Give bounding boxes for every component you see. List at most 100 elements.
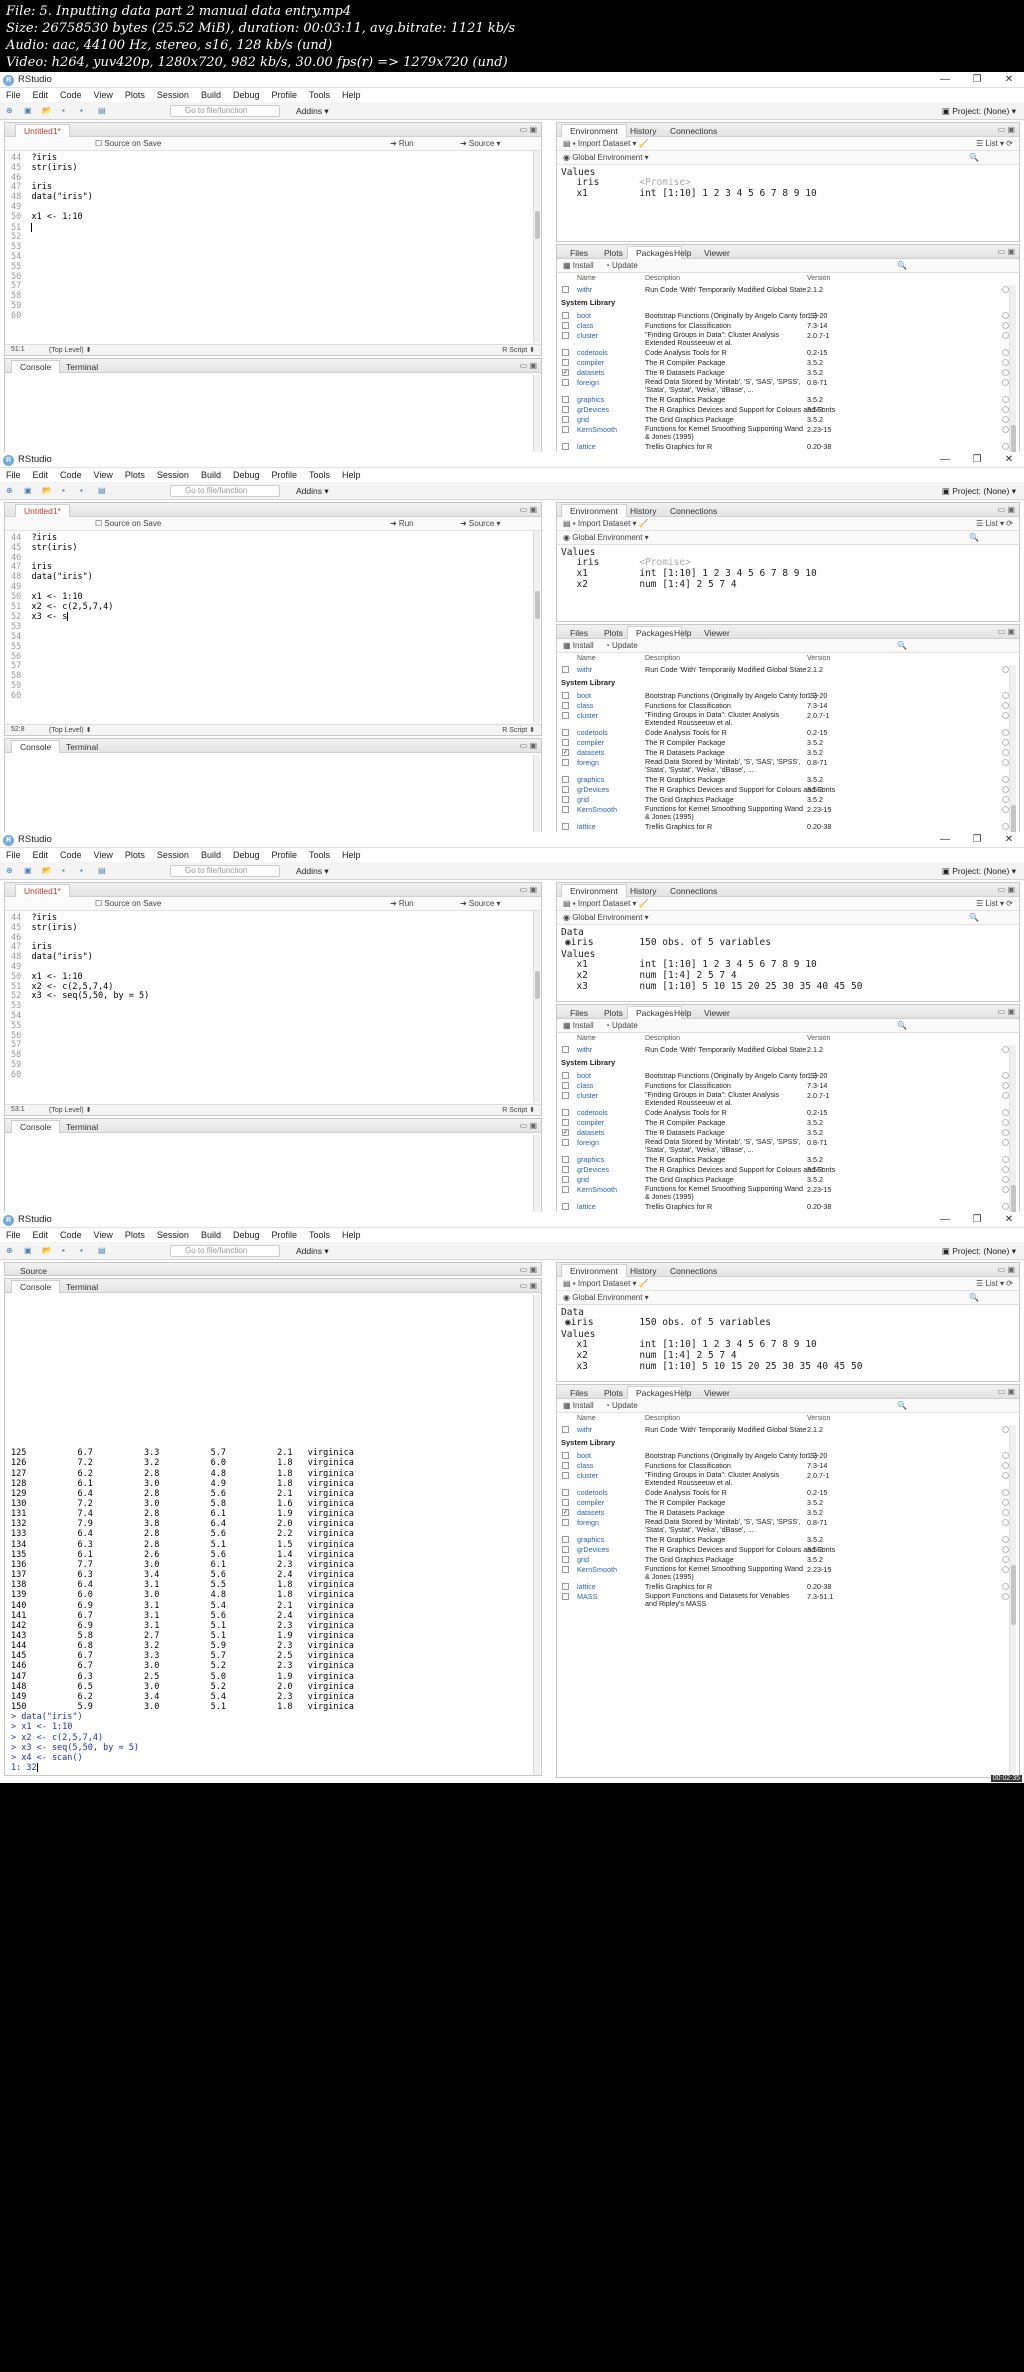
pane-window-controls-icon[interactable]: ▭ ▣ bbox=[520, 885, 537, 894]
open-file-icon[interactable]: 📂 bbox=[42, 1245, 52, 1257]
files-tab-files[interactable]: Files bbox=[561, 246, 597, 259]
menu-item-tools[interactable]: Tools bbox=[303, 88, 336, 102]
package-checkbox[interactable] bbox=[562, 739, 569, 746]
env-tab-history[interactable]: History bbox=[621, 504, 665, 517]
env-tab-history[interactable]: History bbox=[621, 124, 665, 137]
pane-window-controls-icon[interactable]: ▭ ▣ bbox=[998, 247, 1015, 256]
package-name[interactable]: compiler bbox=[577, 738, 604, 747]
menu-item-code[interactable]: Code bbox=[54, 1228, 88, 1242]
package-name[interactable]: datasets bbox=[577, 748, 604, 757]
package-row[interactable]: boot Bootstrap Functions (Originally by A… bbox=[557, 311, 1019, 321]
package-checkbox[interactable]: ✓ bbox=[562, 749, 569, 756]
package-checkbox[interactable] bbox=[562, 1519, 569, 1526]
print-icon[interactable]: ▤ bbox=[98, 105, 106, 117]
minimize-icon[interactable]: — bbox=[930, 452, 960, 468]
menu-item-tools[interactable]: Tools bbox=[303, 848, 336, 862]
list-view-menu[interactable]: ☰ List ▾ ⟳ bbox=[976, 1278, 1013, 1290]
pane-window-controls-icon[interactable]: ▭ ▣ bbox=[998, 1387, 1015, 1396]
remove-package-icon[interactable] bbox=[1002, 1499, 1009, 1506]
package-name[interactable]: withr bbox=[577, 1425, 592, 1434]
package-row[interactable]: ✓ datasets The R Datasets Package 3.5.2 bbox=[557, 1128, 1019, 1138]
remove-package-icon[interactable] bbox=[1002, 1186, 1009, 1193]
remove-package-icon[interactable] bbox=[1002, 1509, 1009, 1516]
package-name[interactable]: class bbox=[577, 1081, 593, 1090]
remove-package-icon[interactable] bbox=[1002, 396, 1009, 403]
menu-item-help[interactable]: Help bbox=[336, 848, 367, 862]
package-checkbox[interactable] bbox=[562, 416, 569, 423]
files-tab-viewer[interactable]: Viewer bbox=[695, 626, 739, 639]
package-checkbox[interactable] bbox=[562, 1119, 569, 1126]
pane-window-controls-icon[interactable]: ▭ ▣ bbox=[998, 505, 1015, 514]
package-checkbox[interactable] bbox=[562, 1166, 569, 1173]
package-row[interactable]: lattice Trellis Graphics for R 0.20-38 bbox=[557, 1582, 1019, 1592]
package-checkbox[interactable] bbox=[562, 702, 569, 709]
minimize-icon[interactable]: — bbox=[930, 72, 960, 88]
package-row[interactable]: cluster "Finding Groups in Data": Cluster… bbox=[557, 711, 1019, 729]
package-checkbox[interactable] bbox=[562, 443, 569, 450]
maximize-icon[interactable]: ❐ bbox=[962, 72, 992, 88]
package-row[interactable]: codetools Code Analysis Tools for R 0.2-15 bbox=[557, 348, 1019, 358]
package-name[interactable]: graphics bbox=[577, 395, 604, 404]
remove-package-icon[interactable] bbox=[1002, 1546, 1009, 1553]
remove-package-icon[interactable] bbox=[1002, 786, 1009, 793]
package-name[interactable]: foreign bbox=[577, 378, 599, 387]
remove-package-icon[interactable] bbox=[1002, 443, 1009, 450]
pane-window-controls-icon[interactable]: ▭ ▣ bbox=[520, 1281, 537, 1290]
remove-package-icon[interactable] bbox=[1002, 1166, 1009, 1173]
package-row[interactable]: class Functions for Classification 7.3-14 bbox=[557, 1461, 1019, 1471]
open-project-icon[interactable]: ▣ bbox=[24, 105, 32, 117]
package-row[interactable]: grDevices The R Graphics Devices and Supp… bbox=[557, 1165, 1019, 1175]
package-row[interactable]: lattice Trellis Graphics for R 0.20-38 bbox=[557, 822, 1019, 832]
env-search-icon[interactable]: 🔍 bbox=[969, 532, 979, 544]
package-row[interactable]: cluster "Finding Groups in Data": Cluster… bbox=[557, 331, 1019, 349]
run-button[interactable]: ➜ Run bbox=[390, 518, 414, 530]
remove-package-icon[interactable] bbox=[1002, 359, 1009, 366]
package-row[interactable]: cluster "Finding Groups in Data": Cluster… bbox=[557, 1471, 1019, 1489]
close-icon[interactable]: ✕ bbox=[994, 832, 1024, 848]
package-name[interactable]: cluster bbox=[577, 1471, 598, 1480]
remove-package-icon[interactable] bbox=[1002, 692, 1009, 699]
env-value-row[interactable]: iris <Promise> bbox=[565, 178, 690, 188]
package-name[interactable]: codetools bbox=[577, 1108, 608, 1117]
package-checkbox[interactable] bbox=[562, 823, 569, 830]
package-checkbox[interactable] bbox=[562, 776, 569, 783]
menu-item-view[interactable]: View bbox=[88, 848, 119, 862]
remove-package-icon[interactable] bbox=[1002, 823, 1009, 830]
package-row[interactable]: cluster "Finding Groups in Data": Cluster… bbox=[557, 1091, 1019, 1109]
new-file-icon[interactable]: ⊕ bbox=[6, 485, 13, 497]
files-tab-viewer[interactable]: Viewer bbox=[695, 1386, 739, 1399]
source-button[interactable]: ➜ Source ▾ bbox=[460, 518, 501, 530]
package-checkbox[interactable] bbox=[562, 1082, 569, 1089]
remove-package-icon[interactable] bbox=[1002, 312, 1009, 319]
remove-package-icon[interactable] bbox=[1002, 759, 1009, 766]
remove-package-icon[interactable] bbox=[1002, 1046, 1009, 1053]
addins-menu[interactable]: Addins ▾ bbox=[296, 1245, 329, 1257]
remove-package-icon[interactable] bbox=[1002, 1536, 1009, 1543]
package-row[interactable]: lattice Trellis Graphics for R 0.20-38 bbox=[557, 1202, 1019, 1212]
package-checkbox[interactable] bbox=[562, 406, 569, 413]
package-name[interactable]: boot bbox=[577, 1071, 591, 1080]
menu-item-file[interactable]: File bbox=[0, 88, 27, 102]
list-view-menu[interactable]: ☰ List ▾ ⟳ bbox=[976, 898, 1013, 910]
goto-file-input[interactable]: Go to file/function bbox=[170, 1245, 280, 1257]
pane-window-controls-icon[interactable]: ▭ ▣ bbox=[520, 361, 537, 370]
menu-item-tools[interactable]: Tools bbox=[303, 1228, 336, 1242]
package-row[interactable]: withr Run Code 'With' Temporarily Modifie… bbox=[557, 1425, 1019, 1435]
package-row[interactable]: ✓ datasets The R Datasets Package 3.5.2 bbox=[557, 748, 1019, 758]
import-dataset-button[interactable]: ▤ ▪ Import Dataset ▾ 🧹 bbox=[563, 898, 649, 910]
package-name[interactable]: class bbox=[577, 701, 593, 710]
package-name[interactable]: datasets bbox=[577, 1128, 604, 1137]
menu-item-session[interactable]: Session bbox=[151, 468, 195, 482]
env-value-row[interactable]: x1 int [1:10] 1 2 3 4 5 6 7 8 9 10 bbox=[565, 569, 816, 579]
package-name[interactable]: withr bbox=[577, 285, 592, 294]
package-row[interactable]: foreign Read Data Stored by 'Minitab', 'S… bbox=[557, 758, 1019, 776]
package-row[interactable]: compiler The R Compiler Package 3.5.2 bbox=[557, 738, 1019, 748]
package-checkbox[interactable]: ✓ bbox=[562, 1509, 569, 1516]
global-environment-menu[interactable]: ◉ Global Environment ▾ bbox=[563, 532, 649, 544]
package-name[interactable]: lattice bbox=[577, 1202, 596, 1211]
package-checkbox[interactable] bbox=[562, 1046, 569, 1053]
import-dataset-button[interactable]: ▤ ▪ Import Dataset ▾ 🧹 bbox=[563, 1278, 649, 1290]
package-row[interactable]: withr Run Code 'With' Temporarily Modifie… bbox=[557, 665, 1019, 675]
package-row[interactable]: withr Run Code 'With' Temporarily Modifie… bbox=[557, 1045, 1019, 1055]
package-checkbox[interactable] bbox=[562, 379, 569, 386]
